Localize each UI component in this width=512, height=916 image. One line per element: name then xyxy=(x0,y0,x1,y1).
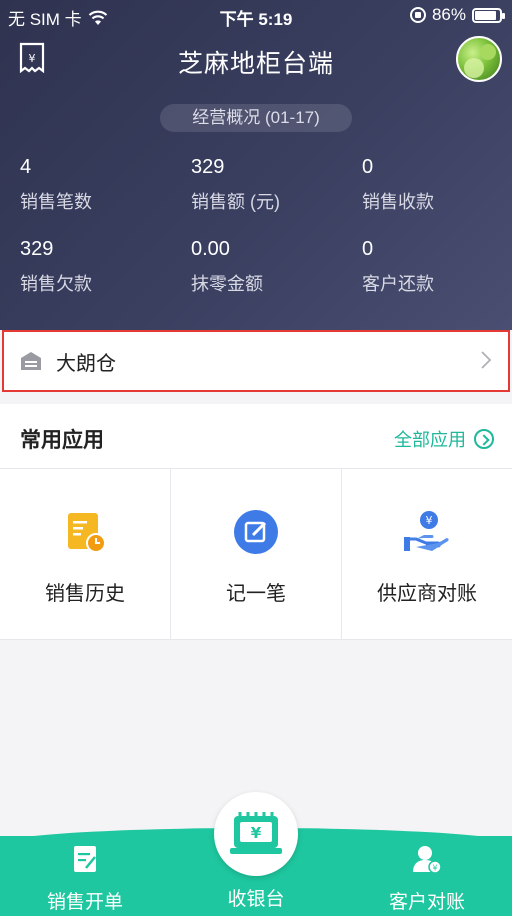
stat-label: 客户还款 xyxy=(362,274,434,294)
status-bar: 无 SIM 卡 下午 5:19 86% xyxy=(0,0,512,30)
stat-sales-received: 0 销售收款 xyxy=(362,156,512,214)
cashier-icon: ¥ xyxy=(230,812,282,854)
sales-history-icon xyxy=(68,513,106,553)
app-tile-supplier-reconcile[interactable]: ¥ 供应商对账 xyxy=(342,469,512,639)
all-apps-link[interactable]: 全部应用 xyxy=(394,426,494,452)
note-edit-icon xyxy=(234,510,278,554)
stat-value: 0.00 xyxy=(191,238,230,260)
stat-label: 抹零金额 xyxy=(191,274,263,294)
sales-order-icon xyxy=(74,846,96,872)
svg-text:¥: ¥ xyxy=(432,864,437,873)
all-apps-label: 全部应用 xyxy=(394,430,466,450)
stat-label: 销售额 (元) xyxy=(191,192,280,212)
stat-sales-count: 4 销售笔数 xyxy=(20,156,180,214)
stat-sales-debt: 329 销售欠款 xyxy=(20,238,180,296)
stat-label: 销售笔数 xyxy=(20,192,92,212)
tab-customer-account[interactable]: ¥ 客户对账 xyxy=(342,844,512,914)
apps-grid: 销售历史 记一笔 ¥ 供应商对账 xyxy=(0,468,512,640)
app-label: 销售历史 xyxy=(45,583,125,605)
rotation-lock-icon xyxy=(409,7,426,23)
section-title: 常用应用 xyxy=(20,429,104,452)
stat-rounding-amount: 0.00 抹零金额 xyxy=(191,238,351,296)
svg-text:¥: ¥ xyxy=(251,824,262,842)
app-label: 供应商对账 xyxy=(377,583,477,605)
warehouse-selector[interactable]: 大朗仓 xyxy=(2,330,510,392)
overview-label: 经营概况 (01-17) xyxy=(160,104,352,132)
stat-value: 0 xyxy=(362,238,374,260)
app-tile-sales-history[interactable]: 销售历史 xyxy=(0,469,171,639)
stat-sales-amount: 329 销售额 (元) xyxy=(191,156,351,214)
supplier-payment-icon: ¥ xyxy=(404,511,449,551)
svg-text:¥: ¥ xyxy=(426,514,433,527)
customer-account-icon: ¥ xyxy=(413,846,442,874)
stat-label: 销售欠款 xyxy=(20,274,92,294)
tab-sales-order[interactable]: 销售开单 xyxy=(0,844,170,914)
stat-value: 0 xyxy=(362,156,374,178)
header: 无 SIM 卡 下午 5:19 86% ¥ 芝麻地柜台端 经营概况 (01-17… xyxy=(0,0,512,330)
stat-customer-repayment: 0 客户还款 xyxy=(362,238,512,296)
tab-label: 销售开单 xyxy=(46,892,123,913)
tab-label-cashier[interactable]: 收银台 xyxy=(171,884,341,911)
circle-arrow-icon xyxy=(474,429,494,449)
tab-label: 客户对账 xyxy=(388,892,465,913)
app-title: 芝麻地柜台端 xyxy=(177,50,334,78)
warehouse-name: 大朗仓 xyxy=(56,352,116,375)
app-tile-note[interactable]: 记一笔 xyxy=(171,469,342,639)
app-label: 记一笔 xyxy=(226,583,286,605)
battery-icon xyxy=(472,7,505,23)
tab-cashier[interactable]: ¥ xyxy=(214,792,298,876)
stat-value: 329 xyxy=(20,238,54,260)
avatar[interactable] xyxy=(456,36,502,82)
stat-label: 销售收款 xyxy=(362,192,434,212)
apps-section-header: 常用应用 全部应用 xyxy=(0,404,512,468)
chevron-right-icon xyxy=(481,351,492,369)
warehouse-icon xyxy=(21,352,41,370)
stat-value: 4 xyxy=(20,156,32,178)
stat-value: 329 xyxy=(191,156,225,178)
battery-percent: 86% xyxy=(431,5,466,24)
